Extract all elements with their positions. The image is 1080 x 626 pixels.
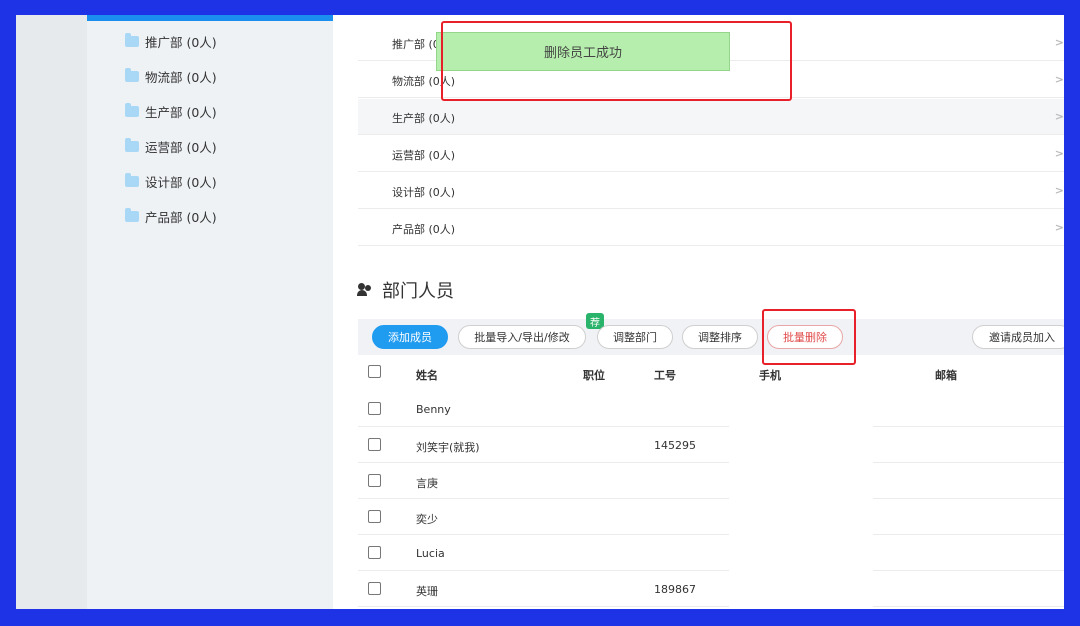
tree-item-operations[interactable]: 运营部 (0人) [125, 136, 217, 156]
chevron-right-icon: > [1054, 36, 1064, 49]
chevron-right-icon: > [1054, 73, 1064, 86]
table-row[interactable]: 英珊 189867 [358, 571, 1064, 607]
table-row[interactable]: 言庚 [358, 463, 1064, 499]
chevron-right-icon: > [1054, 147, 1064, 160]
adjust-order-button[interactable]: 调整排序 [682, 325, 758, 349]
tree-item-label: 产品部 (0人) [145, 209, 217, 225]
chevron-right-icon: > [1054, 221, 1064, 234]
tree-item-logistics[interactable]: 物流部 (0人) [125, 66, 217, 86]
chevron-right-icon: > [1054, 184, 1064, 197]
select-all-checkbox[interactable] [368, 365, 381, 378]
folder-icon [125, 32, 139, 47]
department-tree-sidebar: 推广部 (0人) 物流部 (0人) 生产部 (0人) 运营部 (0人) 设计部 … [87, 15, 333, 609]
column-header-name: 姓名 [416, 369, 438, 382]
folder-icon [125, 207, 139, 222]
column-header-position: 职位 [583, 369, 605, 382]
table-row[interactable]: Benny [358, 391, 1064, 427]
members-section-title: 部门人员 [357, 277, 454, 303]
add-member-button[interactable]: 添加成员 [372, 325, 448, 349]
member-name: 英珊 [416, 585, 438, 598]
column-header-phone: 手机 [759, 369, 781, 382]
folder-icon [125, 102, 139, 117]
tree-item-design[interactable]: 设计部 (0人) [125, 171, 217, 191]
member-name: 刘笑宇(就我) [416, 441, 480, 454]
row-checkbox[interactable] [368, 546, 381, 559]
tree-item-label: 物流部 (0人) [145, 69, 217, 85]
tree-item-production[interactable]: 生产部 (0人) [125, 101, 217, 121]
highlight-box-toast [441, 21, 792, 101]
table-header: 姓名 职位 工号 手机 邮箱 [358, 355, 1064, 391]
tree-item-product[interactable]: 产品部 (0人) [125, 206, 217, 226]
column-header-employee-id: 工号 [654, 369, 676, 382]
member-name: 言庚 [416, 477, 438, 490]
table-row[interactable]: 刘笑宇(就我) 145295 [358, 427, 1064, 463]
member-name: Lucia [416, 547, 445, 560]
folder-icon [125, 172, 139, 187]
left-rail [16, 15, 87, 609]
tree-item-label: 推广部 (0人) [145, 34, 217, 50]
folder-icon [125, 67, 139, 82]
folder-icon [125, 137, 139, 152]
member-employee-id: 145295 [654, 439, 696, 452]
invite-members-button[interactable]: 邀请成员加入 [972, 325, 1064, 349]
tree-item-promotion[interactable]: 推广部 (0人) [125, 31, 217, 51]
main-panel: 推广部 (0人) > 物流部 (0人) > 生产部 (0人) > 运营部 (0人) > … [333, 15, 1064, 609]
subdepartment-row[interactable]: 运营部 (0人) > [358, 136, 1064, 172]
row-checkbox[interactable] [368, 402, 381, 415]
people-icon [357, 283, 373, 297]
highlight-box-batch-delete [762, 309, 856, 365]
subdepartment-label: 产品部 (0人) [392, 223, 456, 236]
member-name: Benny [416, 403, 451, 416]
tree-item-label: 运营部 (0人) [145, 139, 217, 155]
batch-import-button[interactable]: 批量导入/导出/修改 [458, 325, 586, 349]
chevron-right-icon: > [1054, 110, 1064, 123]
members-toolbar: 添加成员 批量导入/导出/修改 荐 调整部门 调整排序 批量删除 邀请成员加入 [358, 313, 1064, 355]
subdepartment-row[interactable]: 生产部 (0人) > [358, 99, 1064, 135]
tree-item-label: 生产部 (0人) [145, 104, 217, 120]
adjust-department-button[interactable]: 调整部门 [597, 325, 673, 349]
column-header-email: 邮箱 [935, 369, 957, 382]
subdepartment-label: 生产部 (0人) [392, 112, 456, 125]
app-frame: 推广部 (0人) 物流部 (0人) 生产部 (0人) 运营部 (0人) 设计部 … [16, 15, 1064, 609]
member-employee-id: 189867 [654, 583, 696, 596]
table-row[interactable]: 奕少 [358, 499, 1064, 535]
subdepartment-label: 设计部 (0人) [392, 186, 456, 199]
subdepartment-row[interactable]: 设计部 (0人) > [358, 173, 1064, 209]
tree-item-label: 设计部 (0人) [145, 174, 217, 190]
subdepartment-label: 运营部 (0人) [392, 149, 456, 162]
row-checkbox[interactable] [368, 582, 381, 595]
row-checkbox[interactable] [368, 510, 381, 523]
row-checkbox[interactable] [368, 438, 381, 451]
row-checkbox[interactable] [368, 474, 381, 487]
members-title-text: 部门人员 [382, 281, 454, 302]
selected-department-bar[interactable] [87, 15, 333, 21]
table-row[interactable]: Lucia [358, 535, 1064, 571]
member-name: 奕少 [416, 513, 438, 526]
subdepartment-row[interactable]: 产品部 (0人) > [358, 210, 1064, 246]
